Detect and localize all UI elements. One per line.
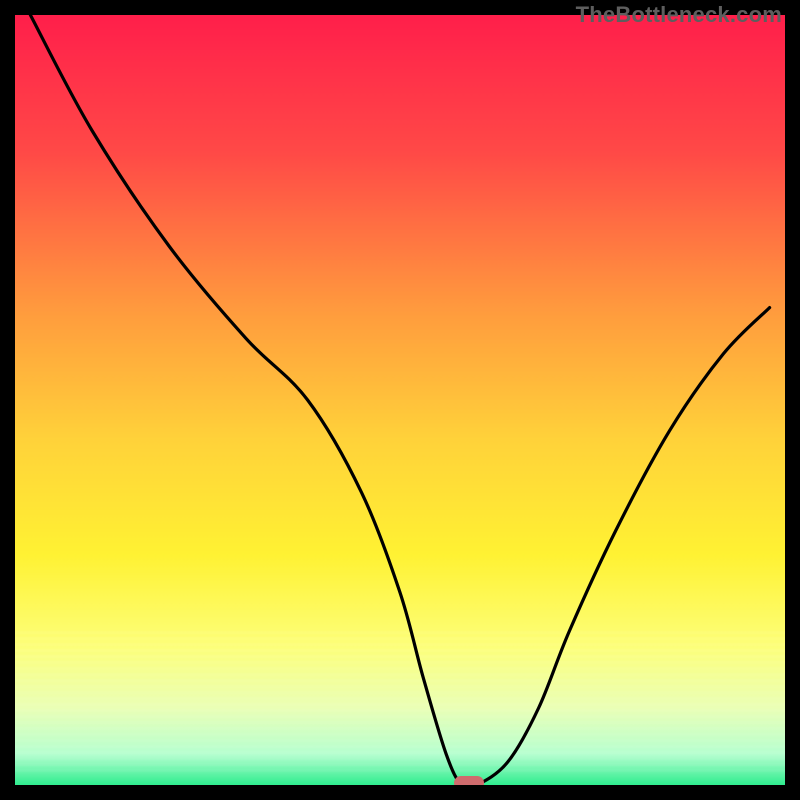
optimal-marker (454, 776, 484, 785)
chart-frame: TheBottleneck.com (0, 0, 800, 800)
watermark-text: TheBottleneck.com (576, 2, 782, 28)
bottleneck-curve (30, 15, 769, 785)
plot-area (15, 15, 785, 785)
curve-layer (15, 15, 785, 785)
